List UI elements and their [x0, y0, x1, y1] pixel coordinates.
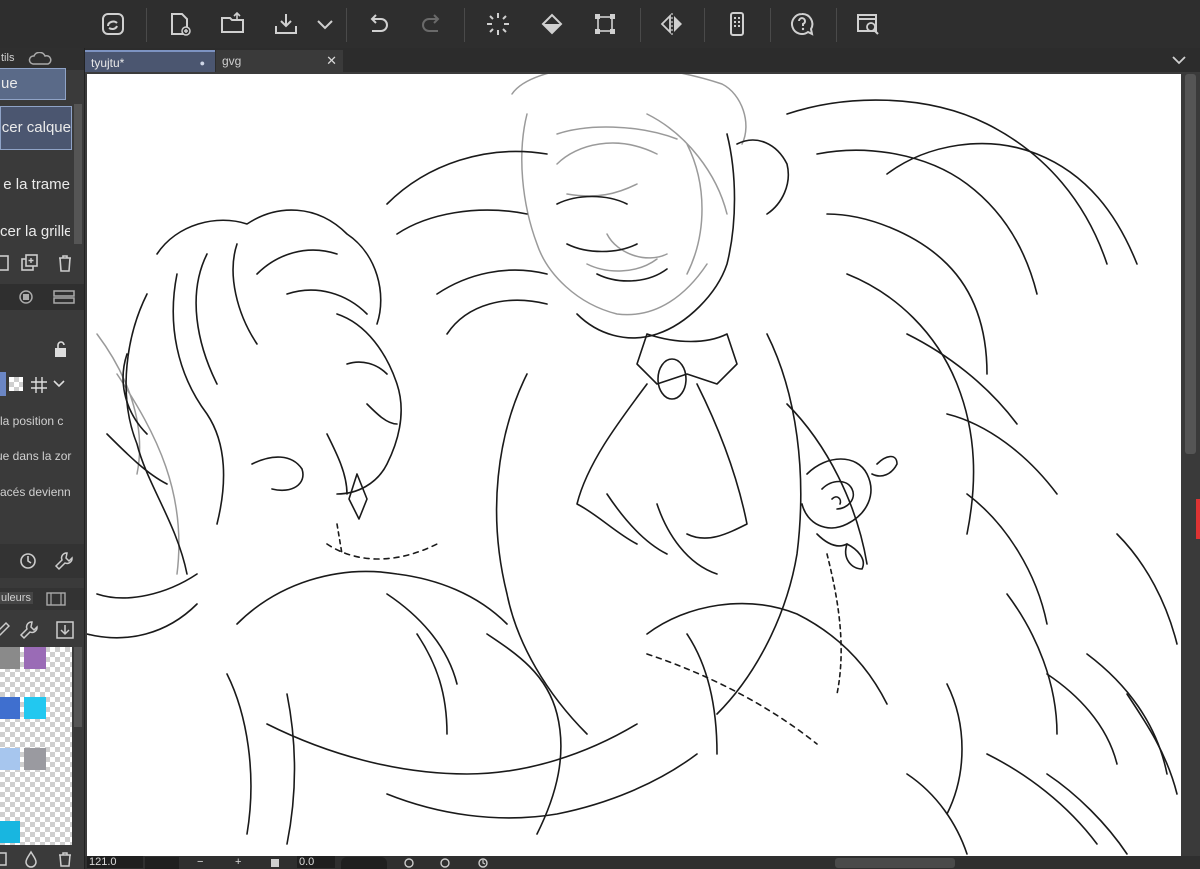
- color-swatch[interactable]: [0, 821, 20, 843]
- new-color-icon[interactable]: [0, 850, 10, 868]
- film-icon[interactable]: [46, 592, 66, 606]
- rotation-value[interactable]: 0.0: [297, 856, 335, 868]
- color-swatch[interactable]: [24, 748, 46, 770]
- rotation-slider[interactable]: [341, 857, 387, 869]
- checker-icon[interactable]: [9, 377, 23, 391]
- color-swatch-grid: [0, 647, 72, 845]
- layer-item[interactable]: cer la grille: [0, 216, 70, 248]
- layer-item[interactable]: e la trame: [0, 169, 70, 201]
- import-icon[interactable]: [55, 620, 75, 640]
- line-art-illustration: [87, 74, 1178, 855]
- tool-property-footer: [0, 544, 84, 578]
- navigator-status-bar: 121.0 − + 0.0: [85, 856, 1200, 869]
- color-swatch[interactable]: [24, 647, 46, 669]
- zoom-out-button[interactable]: −: [197, 856, 203, 868]
- color-swatch[interactable]: [0, 647, 20, 669]
- left-panel: tils ue cer calque e la trame cer la gri…: [0, 48, 85, 869]
- layer-item[interactable]: cer calque: [0, 106, 72, 150]
- smartphone-icon[interactable]: [719, 6, 755, 42]
- layer-scrollbar[interactable]: [74, 104, 82, 244]
- unlock-icon[interactable]: [52, 340, 70, 358]
- new-file-icon[interactable]: [162, 6, 198, 42]
- fit-icon[interactable]: [271, 859, 279, 867]
- save-icon[interactable]: [268, 6, 304, 42]
- color-footer-row: [0, 848, 84, 869]
- dropdown-chevron-icon[interactable]: [310, 6, 340, 42]
- zoom-in-button[interactable]: +: [235, 856, 241, 868]
- property-icon[interactable]: [52, 289, 76, 305]
- color-set-toolbar: [0, 616, 84, 644]
- duplicate-layer-icon[interactable]: [20, 253, 40, 273]
- vertical-scrollbar[interactable]: [1181, 74, 1200, 856]
- tab-menu-chevron-icon[interactable]: [1169, 52, 1189, 68]
- tab-label: tyujtu*: [91, 56, 125, 70]
- layer-item-selected[interactable]: ue: [0, 68, 66, 100]
- horizontal-scrollbar-thumb[interactable]: [835, 858, 955, 868]
- layer-actions-row: [0, 250, 84, 276]
- drop-icon[interactable]: [22, 850, 40, 868]
- transform-icon[interactable]: [587, 6, 623, 42]
- color-swatch[interactable]: [0, 697, 20, 719]
- color-tab-label[interactable]: uleurs: [0, 592, 33, 604]
- tab-gvg[interactable]: gvg ✕: [216, 50, 343, 72]
- document-tab-bar: tyujtu* ● gvg ✕: [85, 48, 1200, 72]
- main-toolbar: [0, 0, 1200, 49]
- app-logo-icon[interactable]: [95, 6, 131, 42]
- option-text: la position c: [0, 414, 64, 428]
- ruler-option-selected[interactable]: [0, 372, 6, 396]
- sub-tool-tab-row: [0, 284, 84, 310]
- new-layer-icon[interactable]: [0, 253, 14, 273]
- redo-icon[interactable]: [414, 6, 450, 42]
- clear-loading-icon[interactable]: [480, 6, 516, 42]
- wrench-icon[interactable]: [54, 551, 74, 571]
- option-text: acés devienn: [0, 485, 71, 499]
- unsaved-dot-icon: ●: [199, 58, 205, 68]
- rotate-right-icon[interactable]: [439, 857, 451, 869]
- delete-color-icon[interactable]: [56, 850, 74, 868]
- tab-tyujtu[interactable]: tyujtu* ●: [85, 50, 215, 72]
- tools-tab-label[interactable]: tils: [1, 52, 14, 64]
- wrench-icon[interactable]: [19, 620, 39, 640]
- color-swatch[interactable]: [24, 697, 46, 719]
- tab-label: gvg: [222, 54, 242, 68]
- chevron-down-icon[interactable]: [52, 378, 66, 390]
- scrollbar-thumb[interactable]: [1185, 74, 1196, 454]
- ruler-options-row: [0, 372, 72, 396]
- drawing-canvas[interactable]: [87, 74, 1181, 856]
- grid-icon[interactable]: [30, 376, 48, 394]
- undo-icon[interactable]: [360, 6, 396, 42]
- window-search-icon[interactable]: [850, 6, 886, 42]
- help-icon[interactable]: [784, 6, 820, 42]
- fill-icon[interactable]: [534, 6, 570, 42]
- reset-icon[interactable]: [18, 551, 38, 571]
- option-text: ue dans la zor: [0, 449, 72, 463]
- reset-rotation-icon[interactable]: [477, 857, 489, 869]
- open-folder-icon[interactable]: [215, 6, 251, 42]
- delete-layer-icon[interactable]: [55, 253, 75, 273]
- color-scrollbar[interactable]: [74, 647, 82, 727]
- edit-icon[interactable]: [0, 620, 10, 640]
- tools-tab-row: tils: [0, 48, 84, 70]
- zoom-value[interactable]: 121.0: [87, 856, 143, 868]
- close-icon[interactable]: ✕: [326, 50, 337, 72]
- color-tab-row: uleurs: [0, 588, 84, 610]
- zoom-dropdown[interactable]: [145, 857, 179, 869]
- cloud-sync-icon[interactable]: [28, 52, 54, 66]
- rotate-left-icon[interactable]: [403, 857, 415, 869]
- color-swatch[interactable]: [0, 748, 20, 770]
- flip-horizontal-icon[interactable]: [654, 6, 690, 42]
- record-icon[interactable]: [16, 289, 36, 305]
- scroll-marker: [1196, 499, 1200, 539]
